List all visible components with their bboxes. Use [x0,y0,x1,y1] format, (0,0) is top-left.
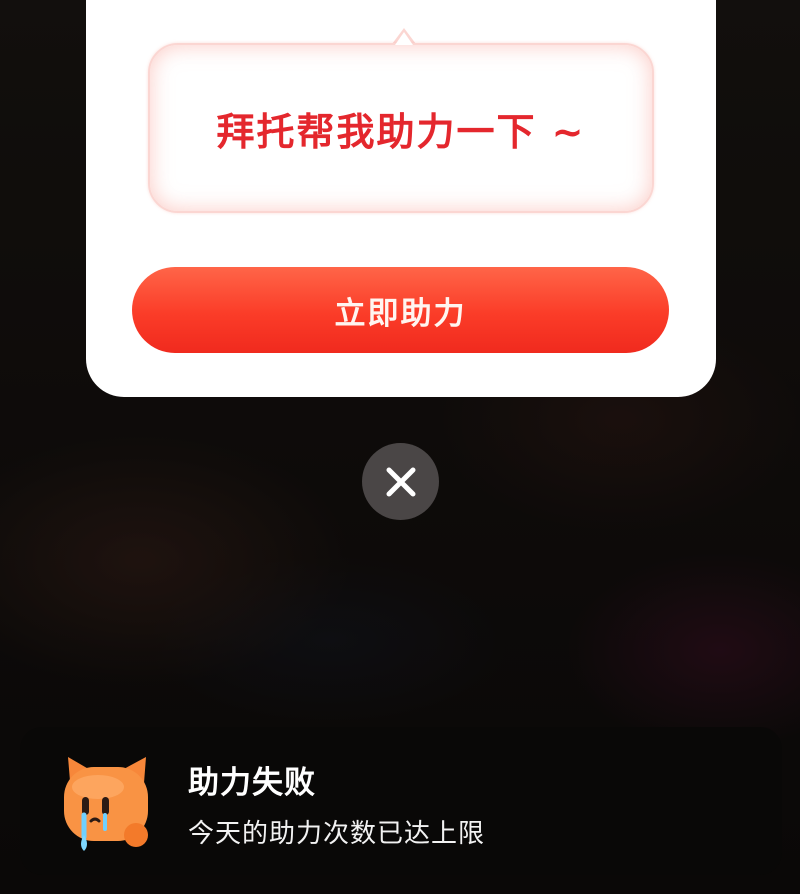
crying-cat-mascot-icon [64,757,148,851]
toast-message: 今天的助力次数已达上限 [188,819,486,849]
help-now-button[interactable]: 立即助力 [132,267,669,353]
toast-title: 助力失败 [188,765,316,801]
speech-bubble-text: 拜托帮我助力一下 ~ [216,109,586,154]
close-icon [386,467,415,496]
speech-bubble: 拜托帮我助力一下 ~ [148,43,654,213]
speech-bubble-tail-fill [395,32,413,45]
close-button[interactable] [362,443,439,520]
toast-notification: 助力失败 今天的助力次数已达上限 [20,727,782,875]
